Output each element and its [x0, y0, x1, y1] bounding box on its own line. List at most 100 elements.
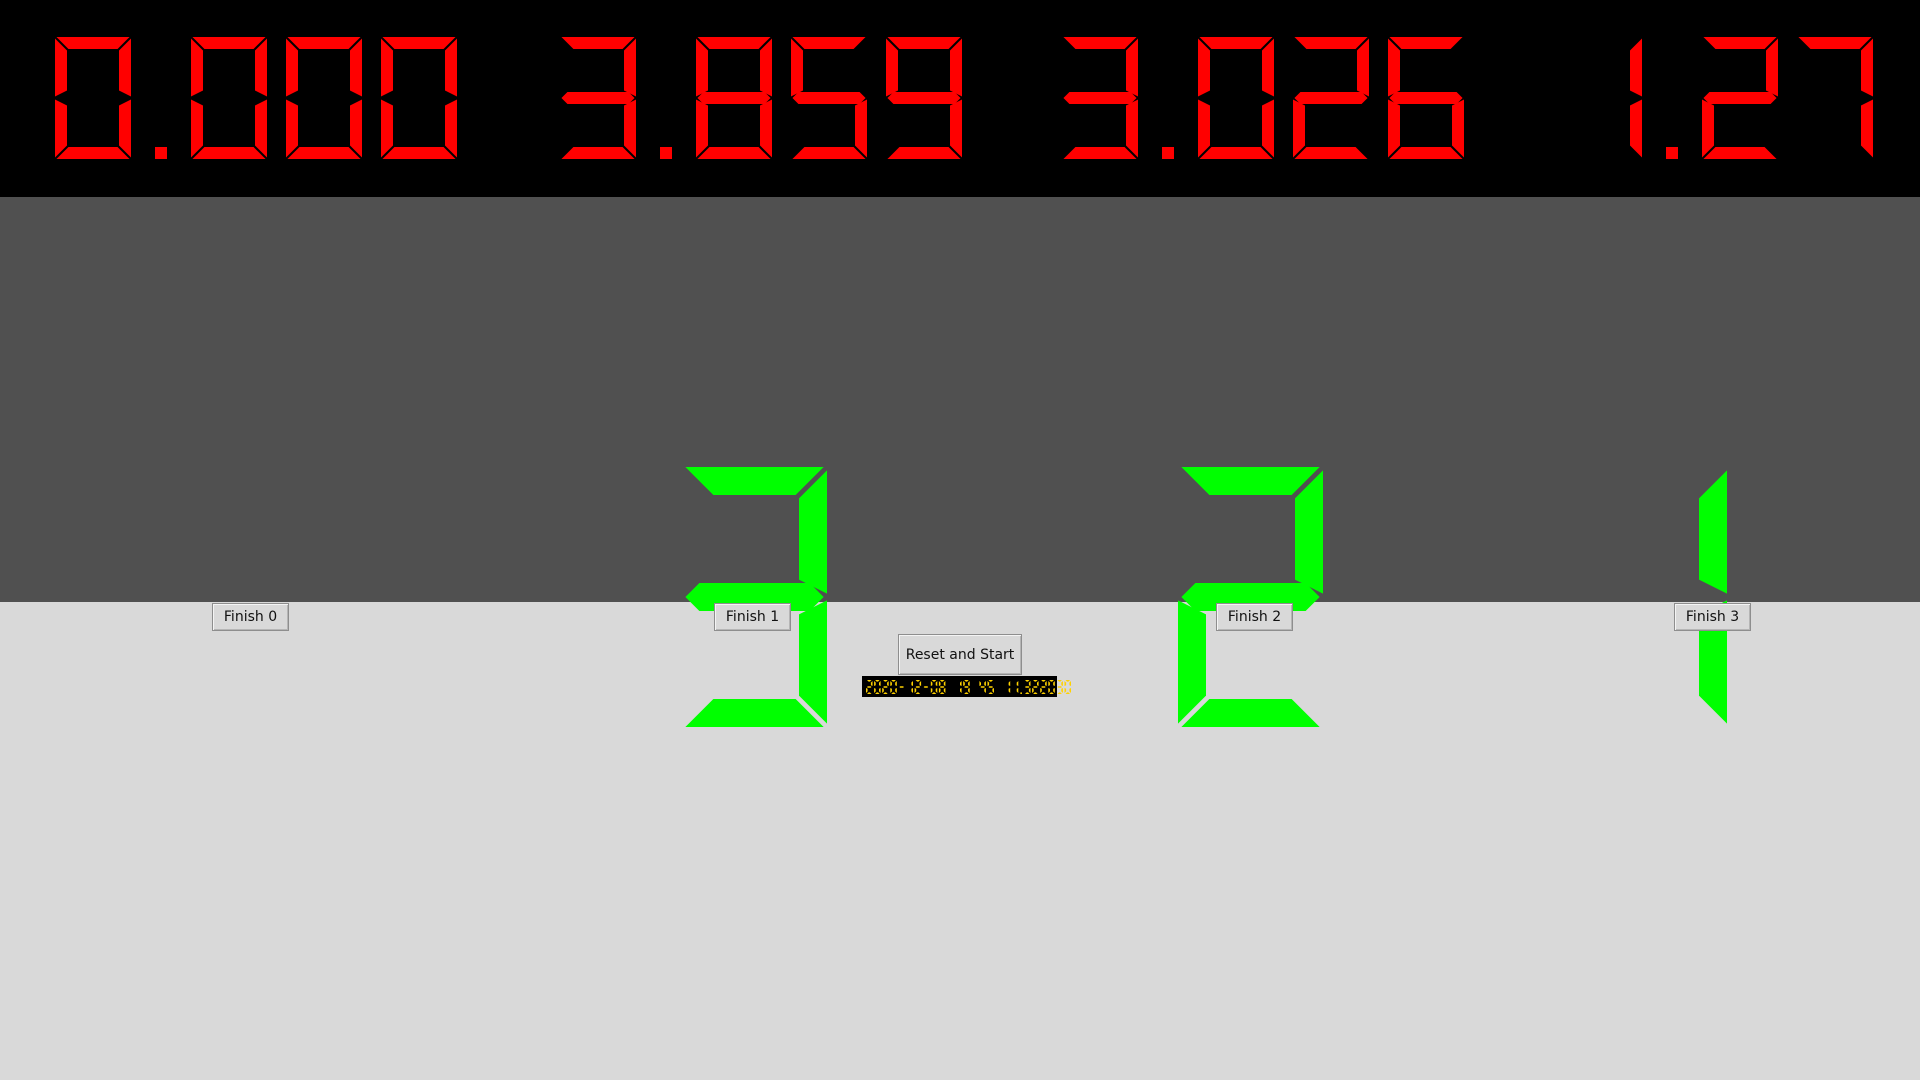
segment-e	[882, 688, 884, 693]
segment-b	[119, 38, 131, 97]
segment-g	[697, 92, 771, 104]
lane-3-rank-text: 1	[0, 197, 1, 198]
segment-b	[911, 681, 913, 686]
segment-g	[867, 686, 872, 688]
segment-d	[697, 147, 771, 159]
segment-a	[1199, 37, 1273, 49]
digit-3	[1798, 37, 1873, 158]
segment-f	[191, 38, 203, 97]
segment-g	[1294, 92, 1368, 104]
segment-d	[1025, 692, 1030, 694]
digit-12	[963, 680, 970, 694]
segment-a	[192, 37, 266, 49]
segment-a	[1033, 680, 1038, 682]
segment-d	[192, 147, 266, 159]
segment-f	[963, 681, 965, 686]
segment-e	[930, 688, 933, 693]
segment-d	[561, 147, 635, 159]
segment-g	[915, 686, 921, 688]
clock-digits	[866, 680, 1071, 694]
segment-d	[891, 692, 896, 694]
segment-a	[1703, 37, 1777, 49]
segment-e	[1032, 688, 1034, 693]
segment-g	[1063, 92, 1137, 104]
segment-a	[56, 37, 130, 49]
segment-c	[624, 99, 636, 158]
segment-d	[685, 699, 824, 727]
segment-d	[287, 147, 361, 159]
segment-c	[255, 99, 267, 158]
lane-0-time-text: 0.000	[0, 0, 1, 1]
finish-2-button[interactable]: Finish 2	[1216, 603, 1293, 631]
segment-e	[866, 688, 868, 693]
segment-g	[1025, 686, 1030, 688]
segment-d	[915, 692, 921, 694]
digit-18	[1016, 681, 1019, 693]
segment-a	[988, 680, 993, 682]
digit-2	[882, 680, 889, 694]
segment-d	[382, 147, 456, 159]
placing-display: 3 2 1	[0, 197, 1920, 727]
digit-0	[685, 467, 827, 727]
digit-2	[1702, 37, 1778, 159]
digit-3	[890, 680, 897, 694]
decimal-point	[155, 147, 167, 159]
digit-11	[960, 681, 962, 693]
segment-c	[1053, 688, 1055, 693]
segment-b	[624, 38, 636, 97]
digit-21	[1032, 680, 1039, 694]
segment-b	[1016, 681, 1019, 686]
digit-3	[791, 37, 867, 159]
digit-20	[1025, 680, 1031, 694]
clock-text: 2020-12-08 19:45:11.322030	[862, 676, 863, 677]
decimal-point	[1162, 147, 1174, 159]
digit-0	[1063, 37, 1138, 159]
segment-d	[1199, 147, 1273, 159]
digit-1	[874, 680, 881, 694]
segment-a	[1798, 37, 1872, 49]
segment-c	[1028, 688, 1031, 693]
segment-c	[1452, 99, 1464, 158]
segment-d	[1294, 147, 1368, 159]
segment-b	[1037, 681, 1039, 686]
segment-a	[561, 37, 635, 49]
lane-3-rank	[1699, 470, 1727, 724]
digit-9	[938, 680, 946, 694]
digit-0	[1630, 38, 1642, 158]
finish-0-button[interactable]: Finish 0	[212, 603, 289, 631]
reset-and-start-button[interactable]: Reset and Start	[898, 634, 1022, 675]
segment-b	[1262, 38, 1274, 97]
segment-d	[883, 692, 888, 694]
segment-c	[984, 688, 986, 693]
segment-g	[988, 686, 993, 688]
segment-e	[696, 99, 708, 158]
segment-c	[119, 99, 131, 158]
segment-f	[286, 38, 298, 97]
segment-a	[891, 680, 896, 682]
segment-g	[883, 686, 888, 688]
segment-b	[984, 681, 986, 686]
segment-e	[191, 99, 203, 158]
digit-4	[886, 37, 962, 159]
segment-f	[1198, 38, 1210, 97]
segment-f	[791, 38, 803, 97]
finish-3-button[interactable]: Finish 3	[1674, 603, 1751, 631]
segment-g	[923, 686, 929, 688]
digit-2	[1198, 37, 1274, 159]
digit-8	[930, 680, 938, 694]
digit-4	[381, 37, 457, 159]
segment-a	[867, 680, 872, 682]
segment-c	[1861, 99, 1873, 158]
segment-b	[1061, 681, 1063, 686]
segment-f	[886, 38, 898, 97]
segment-c	[1262, 99, 1274, 158]
digit-23	[1048, 680, 1055, 694]
segment-d	[1703, 147, 1777, 159]
segment-d	[1033, 692, 1038, 694]
lane-2rank	[1178, 467, 1323, 727]
segment-b	[1699, 470, 1727, 594]
segment-e	[55, 99, 67, 158]
segment-f	[987, 681, 990, 686]
segment-f	[979, 681, 981, 686]
finish-1-button[interactable]: Finish 1	[714, 603, 791, 631]
